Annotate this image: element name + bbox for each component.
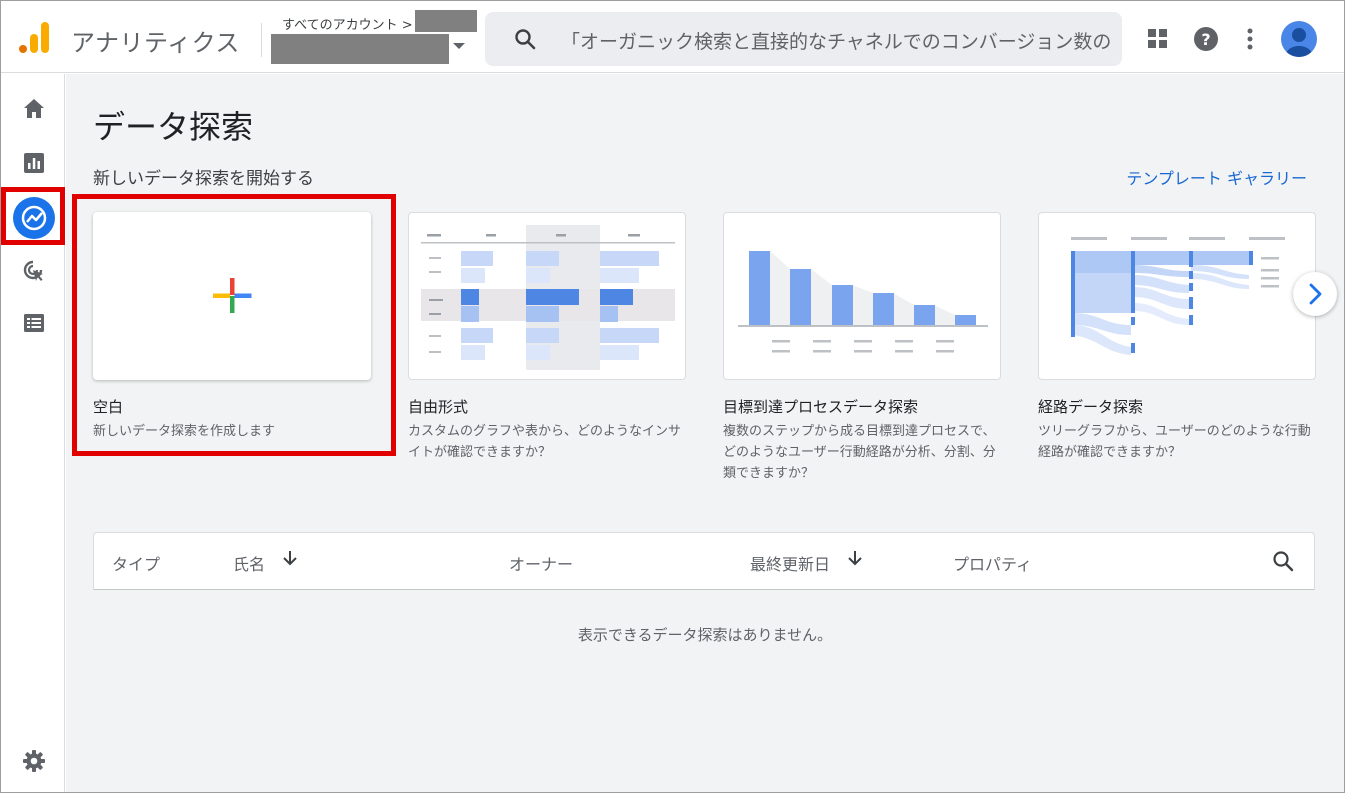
chevron-down-icon[interactable] <box>452 39 466 53</box>
bar-chart-icon[interactable] <box>21 150 47 176</box>
column-header-type: タイプ <box>112 555 161 574</box>
path-thumbnail <box>1071 237 1285 355</box>
card-desc-path: ツリーグラフから、ユーザーのどのような行動経路が確認できますか？ <box>1038 424 1311 460</box>
card-title-path[interactable]: 経路データ探索 <box>1038 396 1143 417</box>
column-header-property: プロパティ <box>953 555 1033 574</box>
annotation-highlight-nav <box>1 187 65 245</box>
card-title-funnel[interactable]: 目標到達プロセスデータ探索 <box>723 396 918 417</box>
person-icon <box>1286 28 1312 57</box>
freeform-thumbnail <box>421 225 675 370</box>
search-bar[interactable]: 「オーガニック検索と直接的なチャネルでのコンバージョン数の比... <box>485 12 1122 66</box>
gear-icon[interactable] <box>21 748 47 774</box>
svg-text:?: ? <box>1201 30 1210 49</box>
section-title: 新しいデータ探索を開始する <box>93 169 314 189</box>
redacted-property-selector[interactable] <box>271 34 449 64</box>
card-desc-freeform: カスタムのグラフや表から、どのようなインサイトが確認できますか？ <box>408 424 682 460</box>
arrow-down-icon[interactable] <box>280 548 300 568</box>
search-input[interactable]: 「オーガニック検索と直接的なチャネルでのコンバージョン数の比... <box>561 27 1113 54</box>
carousel-next-button[interactable] <box>1293 272 1337 316</box>
column-header-name[interactable]: 氏名 <box>233 551 265 575</box>
more-vert-icon[interactable] <box>1236 25 1264 53</box>
explorations-table-header: タイプ 氏名 オーナー 最終更新日 プロパティ <box>93 532 1315 590</box>
annotation-highlight-card <box>72 194 396 456</box>
help-icon[interactable]: ? <box>1192 25 1220 53</box>
analytics-logo-icon[interactable] <box>18 21 50 55</box>
empty-state-message: 表示できるデータ探索はありません。 <box>577 626 833 644</box>
arrow-down-icon[interactable] <box>845 548 865 568</box>
top-bar: アナリティクス すべてのアカウント > 「オーガニック検索と直接的なチャネルでの… <box>1 1 1344 73</box>
search-icon <box>515 29 536 50</box>
chevron-right-icon <box>1309 283 1322 305</box>
ads-click-icon[interactable] <box>21 258 47 284</box>
home-icon[interactable] <box>21 96 47 122</box>
column-header-owner: オーナー <box>509 555 574 574</box>
app-name: アナリティクス <box>71 29 240 57</box>
freeform-template-card[interactable] <box>408 212 686 380</box>
card-desc-funnel: 複数のステップから成る目標到達プロセスで、どのようなユーザー行動経路が分析、分割… <box>723 424 996 481</box>
apps-grid-icon[interactable] <box>1144 25 1172 53</box>
list-icon[interactable] <box>21 310 47 336</box>
account-breadcrumb[interactable]: すべてのアカウント > <box>282 14 413 33</box>
left-nav <box>1 74 65 792</box>
column-header-last-modified[interactable]: 最終更新日 <box>750 551 830 575</box>
template-gallery-link[interactable]: テンプレート ギャラリー <box>1126 165 1307 189</box>
funnel-template-card[interactable] <box>723 212 1001 380</box>
card-title-freeform[interactable]: 自由形式 <box>408 396 468 417</box>
account-avatar-icon[interactable] <box>1281 21 1317 57</box>
funnel-thumbnail <box>738 251 988 353</box>
header-divider <box>261 23 262 57</box>
redacted-account-name <box>415 10 477 32</box>
page-title: データ探索 <box>93 108 254 146</box>
path-template-card[interactable] <box>1038 212 1316 380</box>
main-content: データ探索 新しいデータ探索を開始する テンプレート ギャラリー 空白 新しいデ… <box>66 74 1344 792</box>
search-icon[interactable] <box>1271 549 1295 573</box>
